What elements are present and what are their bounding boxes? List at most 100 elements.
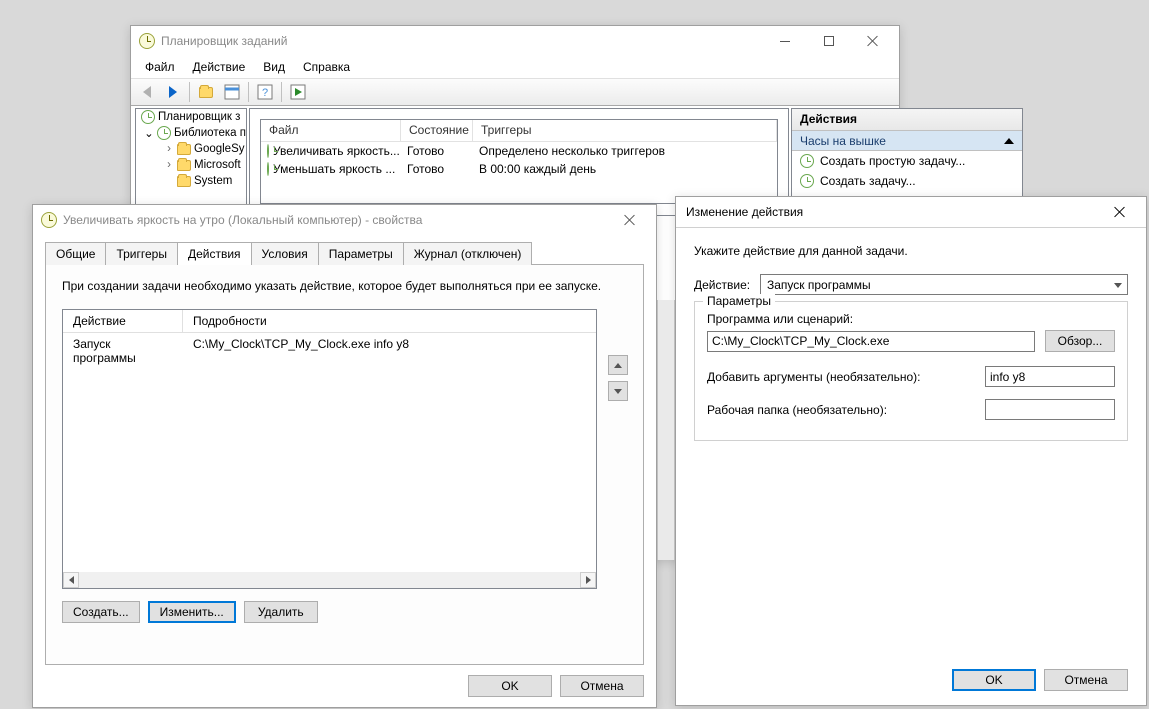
ok-button[interactable]: OK xyxy=(952,669,1036,691)
minimize-button[interactable] xyxy=(763,27,807,55)
tree-library[interactable]: ⌄ Библиотека п xyxy=(136,125,246,141)
table-row[interactable]: Запуск программы C:\My_Clock\TCP_My_Cloc… xyxy=(63,333,596,369)
row-details: C:\My_Clock\TCP_My_Clock.exe info y8 xyxy=(183,335,596,367)
tab-journal[interactable]: Журнал (отключен) xyxy=(403,242,533,265)
close-button[interactable] xyxy=(1098,198,1142,226)
dialog-buttons: OK Отмена xyxy=(952,669,1128,691)
delete-button[interactable]: Удалить xyxy=(244,601,318,623)
header-triggers[interactable]: Триггеры xyxy=(473,120,777,142)
params-group: Параметры Программа или сценарий: Обзор.… xyxy=(694,301,1128,441)
workdir-input[interactable] xyxy=(985,399,1115,420)
tree-item-microsoft[interactable]: › Microsoft xyxy=(136,157,246,173)
task-row[interactable]: Увеличивать яркость... Готово Определено… xyxy=(261,142,777,160)
tree-item-googlesy[interactable]: › GoogleSy xyxy=(136,141,246,157)
task-trigger: Определено несколько триггеров xyxy=(473,144,777,158)
action-create-task[interactable]: Создать задачу... xyxy=(792,171,1022,191)
task-trigger: В 00:00 каждый день xyxy=(473,162,777,176)
actions-table-header: Действие Подробности xyxy=(63,310,596,333)
tree-panel: Планировщик з ⌄ Библиотека п › GoogleSy … xyxy=(135,108,247,216)
close-button[interactable] xyxy=(851,27,895,55)
horizontal-scrollbar[interactable] xyxy=(63,572,596,588)
actions-panel-sub[interactable]: Часы на вышке xyxy=(792,131,1022,151)
actions-panel-sub-label: Часы на вышке xyxy=(800,134,886,148)
cancel-button[interactable]: Отмена xyxy=(1044,669,1128,691)
scroll-right-button[interactable] xyxy=(580,572,596,588)
header-state[interactable]: Состояние xyxy=(401,120,473,142)
tab-actions[interactable]: Действия xyxy=(177,242,252,265)
task-list: Файл Состояние Триггеры Увеличивать ярко… xyxy=(260,119,778,204)
close-button[interactable] xyxy=(608,206,652,234)
action-label: Создать простую задачу... xyxy=(820,154,965,168)
edit-body: Укажите действие для данной задачи. Дейс… xyxy=(676,228,1146,455)
edit-button[interactable]: Изменить... xyxy=(148,601,236,623)
task-row[interactable]: Уменьшать яркость ... Готово В 00:00 каж… xyxy=(261,160,777,178)
actions-panel-title: Действия xyxy=(792,109,1022,131)
folder-icon xyxy=(177,176,191,187)
tree-root[interactable]: Планировщик з xyxy=(136,109,246,125)
tab-conditions[interactable]: Условия xyxy=(251,242,319,265)
forward-button[interactable] xyxy=(161,80,185,104)
action-create-simple-task[interactable]: Создать простую задачу... xyxy=(792,151,1022,171)
properties-button[interactable] xyxy=(220,80,244,104)
action-label: Действие: xyxy=(694,278,760,292)
program-label: Программа или сценарий: xyxy=(707,312,1115,326)
header-action[interactable]: Действие xyxy=(63,310,183,332)
tree-item-label: GoogleSy xyxy=(194,143,245,155)
clock-icon xyxy=(141,110,155,124)
window-title: Планировщик заданий xyxy=(161,34,763,48)
run-button[interactable] xyxy=(286,80,310,104)
clock-icon xyxy=(139,33,155,49)
clock-icon xyxy=(800,154,814,168)
menu-view[interactable]: Вид xyxy=(255,58,293,76)
ok-button[interactable]: OK xyxy=(468,675,552,697)
background-strip xyxy=(657,300,675,560)
menu-file[interactable]: Файл xyxy=(137,58,183,76)
task-properties-window: Увеличивать яркость на утро (Локальный к… xyxy=(32,204,657,708)
up-folder-button[interactable] xyxy=(194,80,218,104)
move-down-button[interactable] xyxy=(608,381,628,401)
clock-icon xyxy=(41,212,57,228)
actions-table: Действие Подробности Запуск программы C:… xyxy=(62,309,597,589)
program-input[interactable] xyxy=(707,331,1035,352)
task-name: Увеличивать яркость... xyxy=(273,144,400,158)
order-buttons xyxy=(608,355,628,407)
folder-icon xyxy=(177,144,191,155)
tab-row: Общие Триггеры Действия Условия Параметр… xyxy=(45,241,644,265)
chevron-right-icon: › xyxy=(164,143,174,155)
header-details[interactable]: Подробности xyxy=(183,310,596,332)
description-text: При создании задачи необходимо указать д… xyxy=(62,279,627,293)
menu-help[interactable]: Справка xyxy=(295,58,358,76)
browse-button[interactable]: Обзор... xyxy=(1045,330,1115,352)
move-up-button[interactable] xyxy=(608,355,628,375)
action-type-combo[interactable]: Запуск программы xyxy=(760,274,1128,295)
run-icon xyxy=(290,84,306,100)
row-action: Запуск программы xyxy=(63,335,183,367)
tree-item-system[interactable]: System xyxy=(136,173,246,189)
tab-triggers[interactable]: Триггеры xyxy=(105,242,178,265)
tab-params[interactable]: Параметры xyxy=(318,242,404,265)
scroll-left-button[interactable] xyxy=(63,572,79,588)
window-title: Увеличивать яркость на утро (Локальный к… xyxy=(63,213,608,227)
back-button[interactable] xyxy=(135,80,159,104)
tab-content: При создании задачи необходимо указать д… xyxy=(45,265,644,665)
maximize-button[interactable] xyxy=(807,27,851,55)
scroll-track[interactable] xyxy=(79,572,580,588)
chevron-right-icon: › xyxy=(164,159,174,171)
clock-icon xyxy=(267,144,269,158)
args-input[interactable] xyxy=(985,366,1115,387)
args-label: Добавить аргументы (необязательно): xyxy=(707,370,985,384)
edit-action-dialog: Изменение действия Укажите действие для … xyxy=(675,196,1147,706)
chevron-down-icon: ⌄ xyxy=(144,126,154,140)
help-button[interactable]: ? xyxy=(253,80,277,104)
cancel-button[interactable]: Отмена xyxy=(560,675,644,697)
create-button[interactable]: Создать... xyxy=(62,601,140,623)
task-name: Уменьшать яркость ... xyxy=(273,162,395,176)
tab-general[interactable]: Общие xyxy=(45,242,106,265)
header-file[interactable]: Файл xyxy=(261,120,401,142)
menu-action[interactable]: Действие xyxy=(185,58,254,76)
tree-item-label: Microsoft xyxy=(194,159,241,171)
folder-icon xyxy=(177,160,191,171)
titlebar: Изменение действия xyxy=(676,197,1146,227)
group-title: Параметры xyxy=(703,294,775,308)
help-icon: ? xyxy=(257,84,273,100)
